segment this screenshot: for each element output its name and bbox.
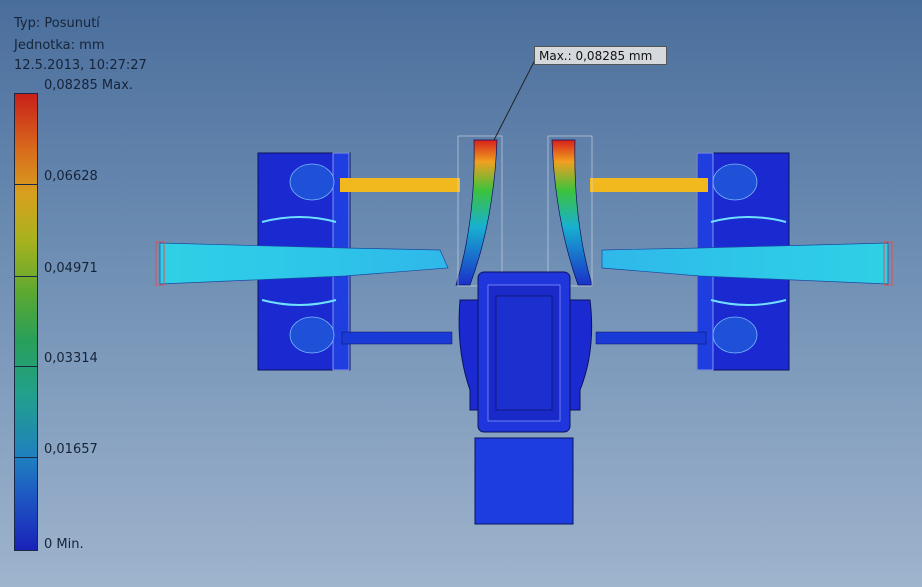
right-curved-arm: [551, 139, 593, 286]
max-leader-line: [493, 57, 537, 141]
fea-model-view[interactable]: [0, 0, 922, 587]
left-main-beam: [159, 242, 449, 285]
right-upper-link: [590, 178, 708, 192]
max-value-callout: Max.: 0,08285 mm: [534, 46, 667, 65]
left-curved-arm: [455, 139, 498, 286]
left-lower-link: [341, 331, 453, 345]
right-main-beam: [601, 242, 889, 285]
central-body: [458, 271, 593, 525]
left-upper-link: [340, 178, 460, 192]
right-lower-link: [595, 331, 707, 345]
